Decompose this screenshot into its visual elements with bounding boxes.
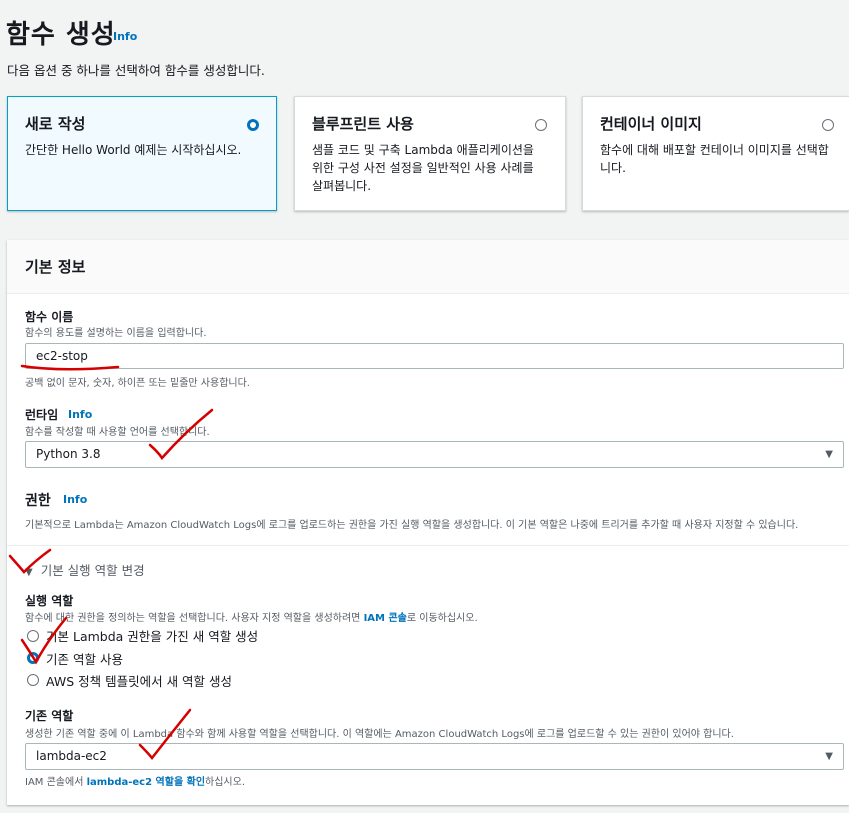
permissions-info-link[interactable]: Info bbox=[63, 493, 87, 506]
option-title: 컨테이너 이미지 bbox=[600, 115, 702, 133]
panel-title: 기본 정보 bbox=[25, 258, 86, 276]
footer-text-end: 하십시오. bbox=[205, 777, 246, 788]
permissions-label: 권한 bbox=[25, 493, 51, 509]
exec-role-label: 실행 역할 bbox=[25, 594, 74, 608]
radio-label: AWS 정책 템플릿에서 새 역할 생성 bbox=[46, 674, 233, 689]
info-link[interactable]: Info bbox=[113, 30, 137, 43]
option-card-blueprint[interactable]: 블루프린트 사용 샘플 코드 및 구축 Lambda 애플리케이션을 위한 구성… bbox=[294, 96, 566, 211]
radio-container-image[interactable] bbox=[822, 119, 834, 131]
option-title: 새로 작성 bbox=[25, 115, 86, 133]
existing-role-label: 기존 역할 bbox=[25, 709, 74, 723]
page-title: 함수 생성 bbox=[6, 20, 116, 50]
runtime-select-value: Python 3.8 bbox=[36, 447, 101, 461]
existing-role-footer: IAM 콘솔에서 lambda-ec2 역할을 확인하십시오. bbox=[25, 773, 245, 788]
radio-label: 기존 역할 사용 bbox=[46, 652, 123, 667]
option-card-container-image[interactable]: 컨테이너 이미지 함수에 대해 배포할 컨테이너 이미지를 선택합니다. bbox=[582, 96, 849, 211]
function-name-hint: 공백 없이 문자, 숫자, 하이픈 또는 밑줄만 사용합니다. bbox=[25, 378, 250, 389]
option-desc: 함수에 대해 배포할 컨테이너 이미지를 선택합니다. bbox=[600, 143, 829, 175]
existing-role-desc: 생성한 기존 역할 중에 이 Lambda 함수와 함께 사용할 역할을 선택합… bbox=[25, 729, 734, 740]
radio-new-role-template[interactable] bbox=[27, 674, 39, 686]
radio-author-from-scratch[interactable] bbox=[247, 119, 259, 131]
permissions-desc: 기본적으로 Lambda는 Amazon CloudWatch Logs에 로그… bbox=[25, 520, 799, 531]
caret-down-icon: ▼ bbox=[825, 449, 833, 460]
basic-info-panel: 기본 정보 함수 이름 함수의 용도를 설명하는 이름을 입력합니다. ec2-… bbox=[7, 240, 849, 805]
panel-header: 기본 정보 bbox=[7, 240, 849, 294]
option-card-author-from-scratch[interactable]: 새로 작성 간단한 Hello World 예제는 시작하십시오. bbox=[7, 96, 277, 211]
function-name-label: 함수 이름 bbox=[25, 310, 74, 324]
change-role-toggle[interactable]: ▼ 기본 실행 역할 변경 bbox=[25, 560, 145, 579]
exec-role-desc-text: 함수에 대한 권한을 정의하는 역할을 선택합니다. 사용자 지정 역할을 생성… bbox=[25, 613, 364, 624]
existing-role-select-value: lambda-ec2 bbox=[36, 749, 107, 763]
runtime-select[interactable]: Python 3.8 ▼ bbox=[25, 441, 844, 468]
exec-role-desc: 함수에 대한 권한을 정의하는 역할을 선택합니다. 사용자 지정 역할을 생성… bbox=[25, 609, 478, 624]
triangle-down-icon: ▼ bbox=[25, 567, 33, 578]
existing-role-select[interactable]: lambda-ec2 ▼ bbox=[25, 743, 844, 770]
footer-text: IAM 콘솔에서 bbox=[25, 777, 87, 788]
option-title: 블루프린트 사용 bbox=[312, 115, 414, 133]
page-subtitle: 다음 옵션 중 하나를 선택하여 함수를 생성합니다. bbox=[7, 63, 265, 78]
change-role-label: 기본 실행 역할 변경 bbox=[40, 563, 145, 578]
view-role-link[interactable]: lambda-ec2 역할을 확인 bbox=[87, 777, 205, 788]
radio-new-role-basic[interactable] bbox=[27, 630, 39, 642]
caret-down-icon: ▼ bbox=[825, 751, 833, 762]
radio-label: 기본 Lambda 권한을 가진 새 역할 생성 bbox=[46, 629, 259, 644]
iam-console-link[interactable]: IAM 콘솔 bbox=[364, 613, 407, 624]
option-desc: 샘플 코드 및 구축 Lambda 애플리케이션을 위한 구성 사전 설정을 일… bbox=[312, 143, 534, 193]
radio-existing-role[interactable] bbox=[27, 652, 39, 664]
runtime-desc: 함수를 작성할 때 사용할 언어를 선택합니다. bbox=[25, 427, 210, 438]
exec-role-desc-text-end: 로 이동하십시오. bbox=[406, 613, 478, 624]
runtime-info-link[interactable]: Info bbox=[68, 408, 92, 421]
function-name-desc: 함수의 용도를 설명하는 이름을 입력합니다. bbox=[25, 328, 207, 339]
divider bbox=[7, 545, 849, 546]
runtime-label: 런타임 bbox=[25, 408, 59, 422]
function-name-input[interactable]: ec2-stop bbox=[25, 343, 844, 369]
radio-blueprint[interactable] bbox=[535, 119, 547, 131]
option-desc: 간단한 Hello World 예제는 시작하십시오. bbox=[25, 143, 242, 157]
